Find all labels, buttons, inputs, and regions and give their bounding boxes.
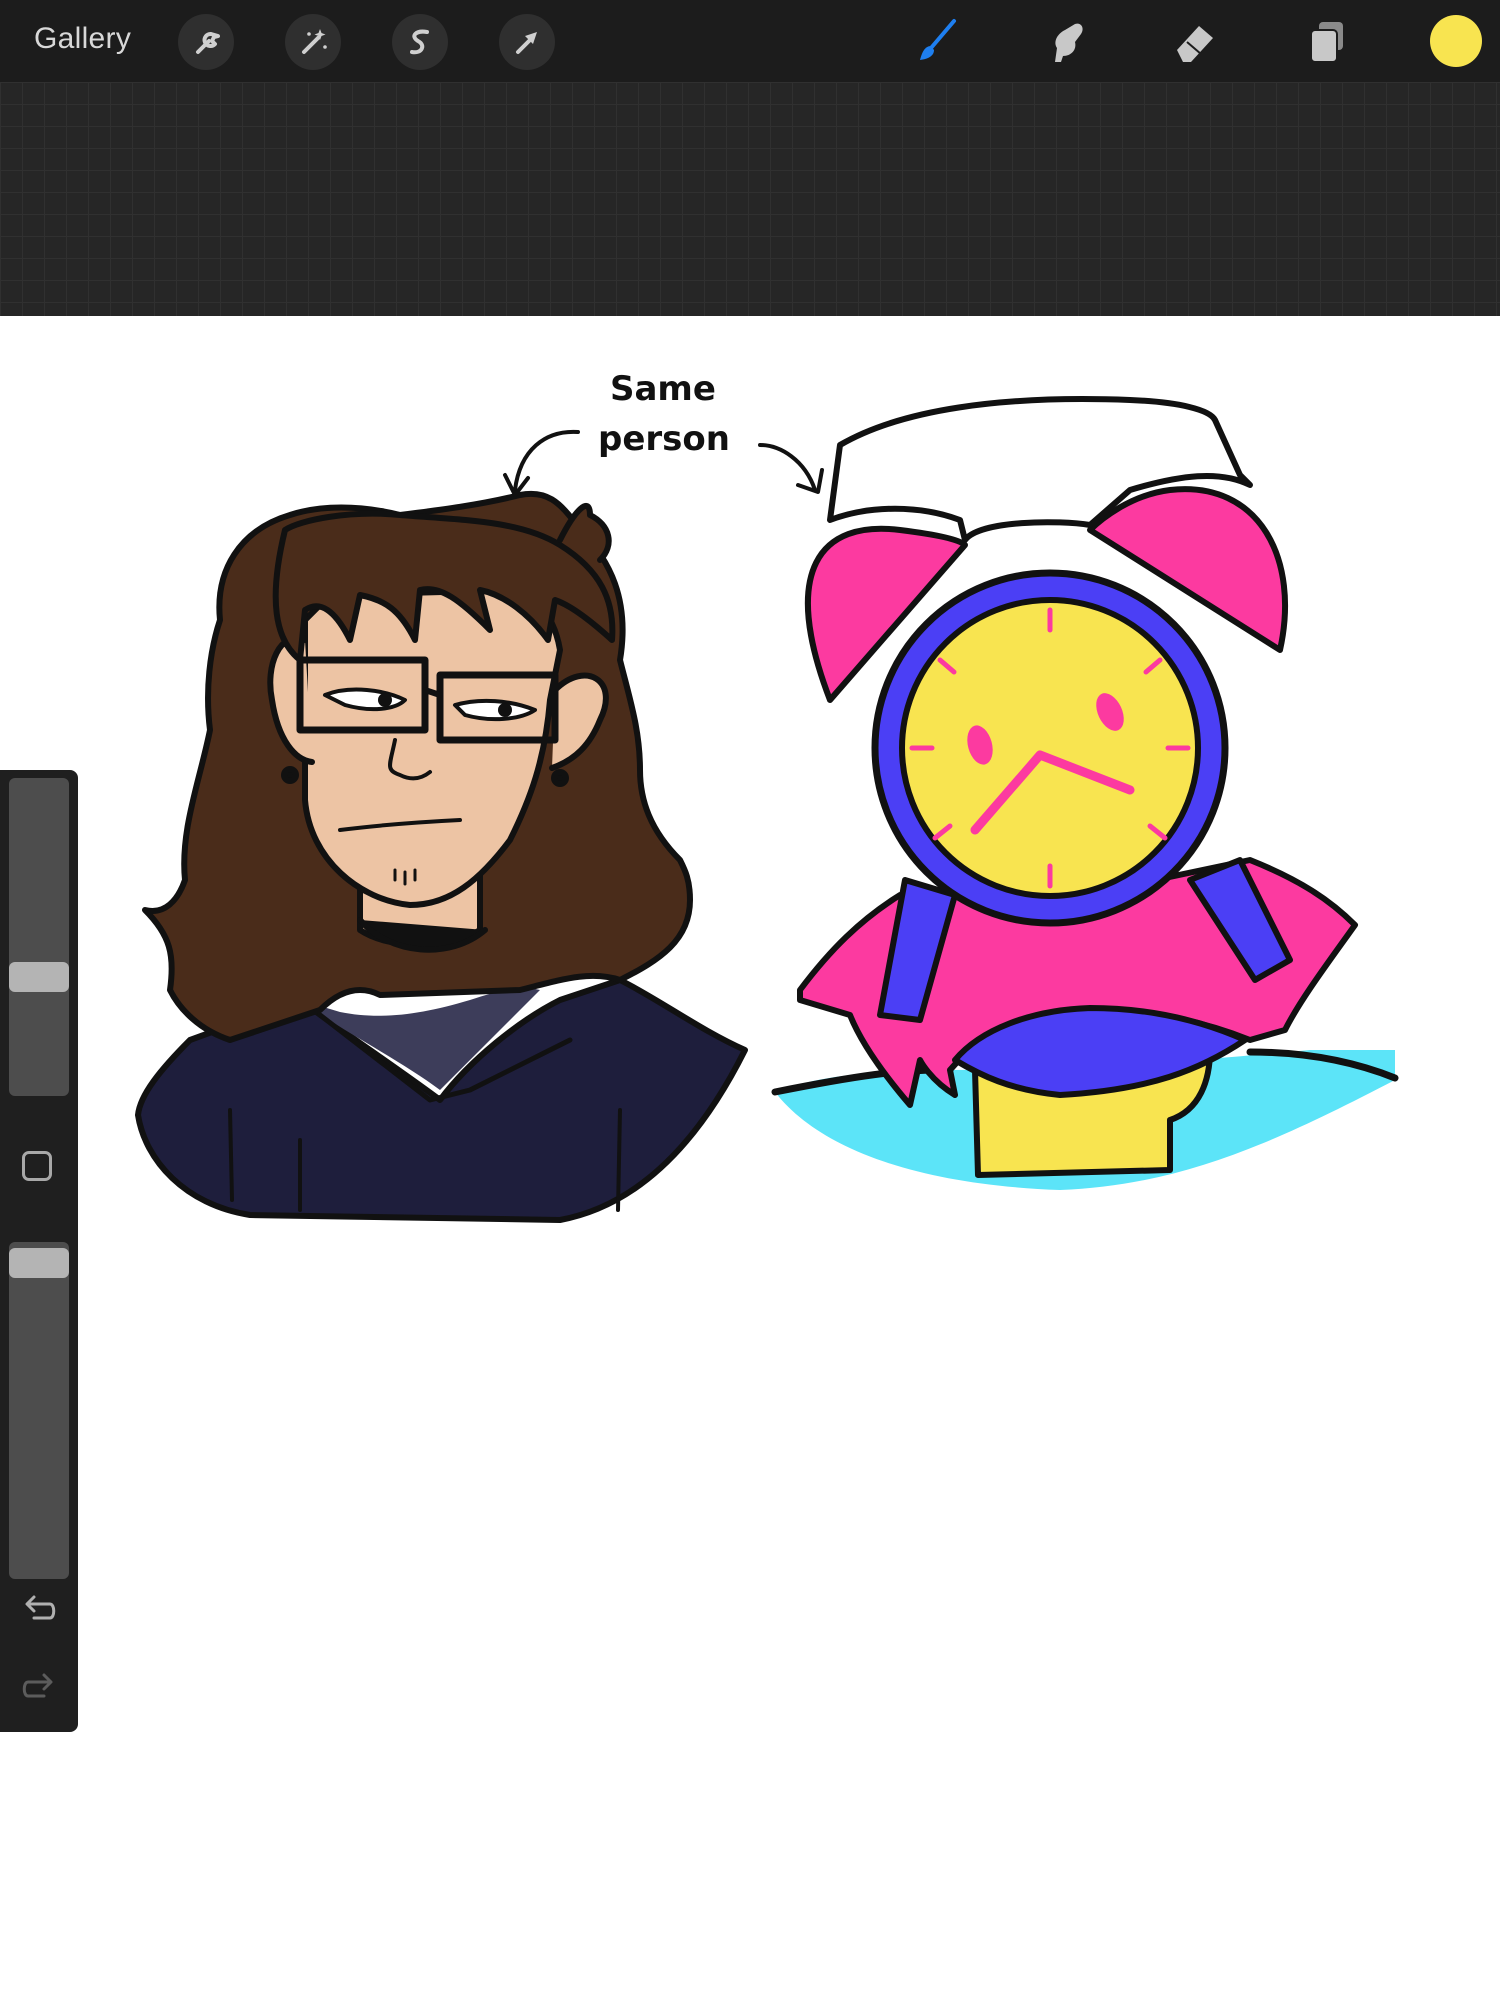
gallery-button[interactable]: Gallery (34, 22, 131, 56)
opacity-thumb[interactable] (9, 1248, 69, 1278)
opacity-slider[interactable] (9, 1242, 69, 1579)
undo-icon[interactable] (18, 1588, 60, 1630)
brush-size-slider[interactable] (9, 778, 69, 1096)
color-swatch[interactable] (1430, 15, 1482, 67)
clock-face (899, 597, 1201, 899)
brush-size-thumb[interactable] (9, 962, 69, 992)
smudge-finger-icon[interactable] (1035, 12, 1095, 72)
annotation-text-line2: person (598, 419, 730, 459)
square-modifier-icon[interactable] (22, 1151, 52, 1181)
top-toolbar: Gallery (0, 0, 1500, 82)
redo-icon[interactable] (18, 1666, 60, 1708)
person-drawing (135, 490, 748, 1223)
annotation-text-line1: Same (610, 369, 716, 409)
arrow-cursor-icon[interactable] (499, 14, 555, 70)
alarm-clock-character (771, 396, 1399, 1190)
canvas-background-grid (0, 82, 1500, 316)
magic-wand-icon[interactable] (285, 14, 341, 70)
eraser-icon[interactable] (1165, 12, 1225, 72)
selection-s-icon[interactable] (392, 14, 448, 70)
artwork: Same person (135, 369, 1399, 1223)
brush-icon[interactable] (907, 12, 967, 72)
left-sidebar (0, 770, 78, 1732)
layers-icon[interactable] (1297, 12, 1357, 72)
wrench-icon[interactable] (178, 14, 234, 70)
